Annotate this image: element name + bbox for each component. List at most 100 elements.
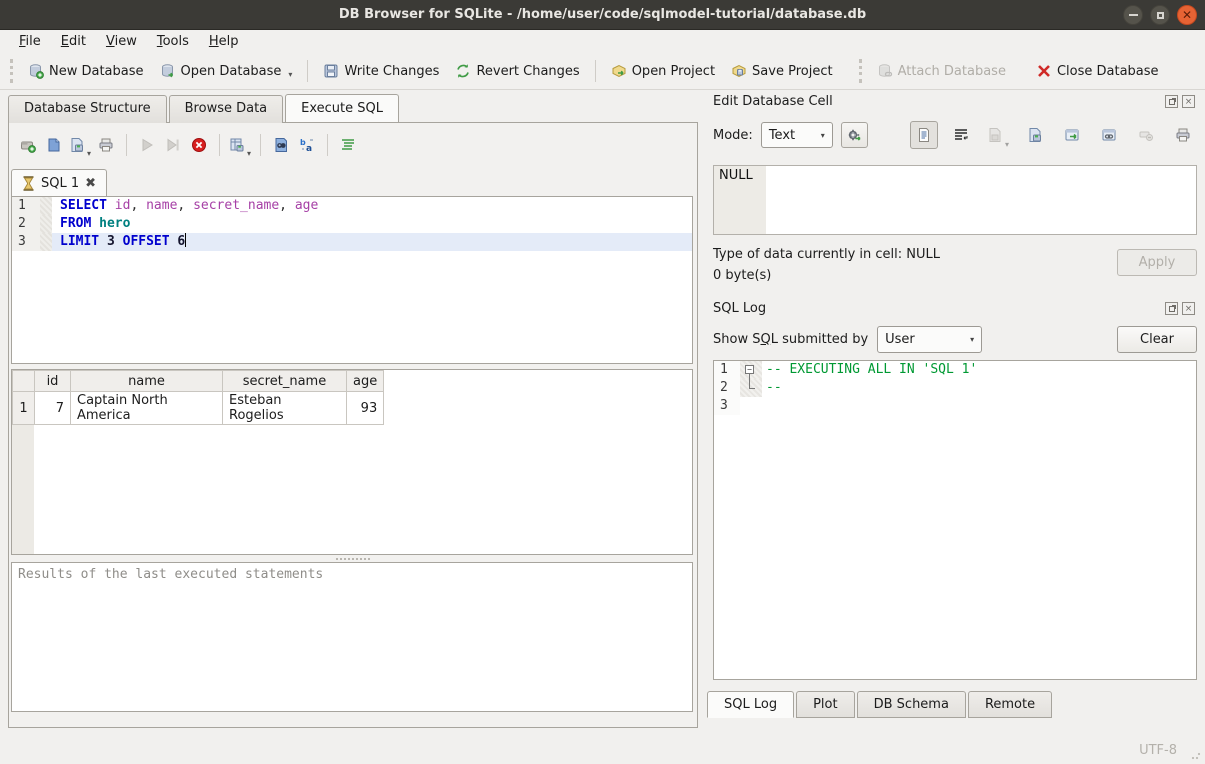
tab-execute-sql[interactable]: Execute SQL [285, 94, 399, 122]
header-name[interactable]: name [71, 371, 223, 392]
format-sql-button[interactable] [335, 132, 361, 158]
close-icon: ✕ [1182, 8, 1192, 22]
find-button[interactable] [268, 132, 294, 158]
menu-view[interactable]: View [97, 32, 146, 51]
print-cell-button[interactable] [1169, 121, 1197, 149]
log-line: 3 [714, 397, 1196, 415]
header-secret-name[interactable]: secret_name [223, 371, 347, 392]
close-database-button[interactable]: Close Database [1028, 59, 1167, 83]
menu-edit[interactable]: Edit [52, 32, 95, 51]
dock-float-button[interactable] [1165, 302, 1178, 315]
close-database-label: Close Database [1057, 64, 1159, 79]
minimize-button[interactable] [1123, 5, 1143, 25]
sql-log-editor[interactable]: 1 − -- EXECUTING ALL IN 'SQL 1' 2 -- 3 [713, 360, 1197, 680]
save-project-label: Save Project [752, 64, 833, 79]
text-mode-button[interactable] [910, 121, 938, 149]
import-cell-button[interactable] [1021, 121, 1049, 149]
dock-tabbar: SQL Log Plot DB Schema Remote [707, 691, 1205, 718]
toolbar-drag-handle[interactable] [859, 59, 863, 83]
link-icon [1101, 127, 1117, 143]
open-project-label: Open Project [632, 64, 715, 79]
replace-button[interactable]: ba [294, 132, 320, 158]
tab-browse-data[interactable]: Browse Data [169, 95, 284, 123]
open-sql-file-icon [46, 137, 62, 153]
cell-type-info: Type of data currently in cell: NULL [713, 247, 1117, 262]
tab-database-structure[interactable]: Database Structure [8, 95, 167, 123]
titlebar[interactable]: DB Browser for SQLite - /home/user/code/… [0, 0, 1205, 30]
menu-file[interactable]: File [10, 32, 50, 51]
corner-header[interactable] [13, 371, 35, 392]
fold-margin [40, 215, 52, 233]
save-results-dropdown-caret[interactable]: ▾ [247, 149, 251, 158]
sql-log-dock-titlebar[interactable]: SQL Log × [705, 297, 1205, 318]
dock-float-button[interactable] [1165, 95, 1178, 108]
edit-cell-dock-titlebar[interactable]: Edit Database Cell × [705, 90, 1205, 111]
dock-close-button[interactable]: × [1182, 95, 1195, 108]
cell-value-text: NULL [714, 166, 766, 234]
results-grid[interactable]: id name secret_name age 1 7 Captain Nort… [11, 369, 693, 555]
encoding-indicator[interactable]: UTF-8 [1139, 743, 1177, 758]
stop-execution-button[interactable] [186, 132, 212, 158]
main-tabbar: Database Structure Browse Data Execute S… [8, 95, 401, 123]
print-icon [98, 137, 114, 153]
open-database-dropdown-caret[interactable]: ▾ [288, 70, 292, 79]
log-fold-margin [740, 379, 762, 397]
save-results-button[interactable]: ▾ [227, 132, 253, 158]
results-message-box[interactable]: Results of the last executed statements [11, 562, 693, 712]
header-age[interactable]: age [347, 371, 384, 392]
close-button[interactable]: ✕ [1177, 5, 1197, 25]
find-icon [273, 137, 289, 153]
cell-age[interactable]: 93 [347, 392, 384, 425]
sql1-tab-close-icon[interactable]: ✖ [85, 176, 96, 191]
maximize-button[interactable] [1150, 5, 1170, 25]
cell-secret-name[interactable]: Esteban Rogelios [223, 392, 347, 425]
auto-apply-button[interactable] [841, 122, 868, 148]
save-sql-dropdown-caret[interactable]: ▾ [87, 149, 91, 158]
open-database-button[interactable]: Open Database ▾ [152, 59, 301, 83]
dock-close-button[interactable]: × [1182, 302, 1195, 315]
save-sql-file-button[interactable]: ▾ [67, 132, 93, 158]
splitter-handle[interactable] [9, 555, 697, 562]
log-line: 1 − -- EXECUTING ALL IN 'SQL 1' [714, 361, 1196, 379]
tab-sql-log[interactable]: SQL Log [707, 691, 794, 718]
code-text: LIMIT 3 OFFSET 6 [52, 233, 692, 251]
sql1-tab[interactable]: SQL 1 ✖ [11, 169, 107, 196]
save-cell-icon [987, 127, 1003, 143]
cell-name[interactable]: Captain North America [71, 392, 223, 425]
log-filter-label: Show SQL submitted by [713, 332, 868, 347]
save-cell-button: ▾ [984, 121, 1012, 149]
tab-remote[interactable]: Remote [968, 691, 1052, 718]
table-row[interactable]: 1 7 Captain North America Esteban Rogeli… [13, 392, 384, 425]
new-database-button[interactable]: New Database [20, 59, 152, 83]
word-wrap-button[interactable] [947, 121, 975, 149]
clear-log-button[interactable]: Clear [1117, 326, 1197, 353]
resize-grip[interactable] [1191, 750, 1201, 760]
print-sql-button[interactable] [93, 132, 119, 158]
cell-value-editor[interactable]: NULL [713, 165, 1197, 235]
revert-changes-button[interactable]: Revert Changes [447, 59, 587, 83]
attach-database-label: Attach Database [898, 64, 1006, 79]
toolbar-drag-handle[interactable] [10, 59, 14, 83]
sql-code-editor[interactable]: 1 SELECT id, name, secret_name, age 2 FR… [11, 196, 693, 364]
export-cell-button[interactable] [1058, 121, 1086, 149]
menu-tools[interactable]: Tools [148, 32, 198, 51]
cell-id[interactable]: 7 [35, 392, 71, 425]
database-attach-icon [877, 63, 893, 79]
open-project-button[interactable]: Open Project [603, 59, 723, 83]
save-project-button[interactable]: Save Project [723, 59, 841, 83]
new-sql-tab-button[interactable] [15, 132, 41, 158]
row-number[interactable]: 1 [13, 392, 35, 425]
menu-help[interactable]: Help [200, 32, 248, 51]
link-cell-button[interactable] [1095, 121, 1123, 149]
main-tab-widget: Database Structure Browse Data Execute S… [8, 95, 698, 728]
header-id[interactable]: id [35, 371, 71, 392]
edit-cell-title: Edit Database Cell [713, 94, 1165, 109]
open-sql-file-button[interactable] [41, 132, 67, 158]
fold-collapse-icon[interactable]: − [745, 365, 754, 374]
mode-select[interactable]: Text ▾ [761, 122, 833, 148]
indent-icon [953, 127, 969, 143]
write-changes-button[interactable]: Write Changes [315, 59, 447, 83]
tab-db-schema[interactable]: DB Schema [857, 691, 966, 718]
log-filter-select[interactable]: User ▾ [877, 326, 982, 353]
tab-plot[interactable]: Plot [796, 691, 855, 718]
